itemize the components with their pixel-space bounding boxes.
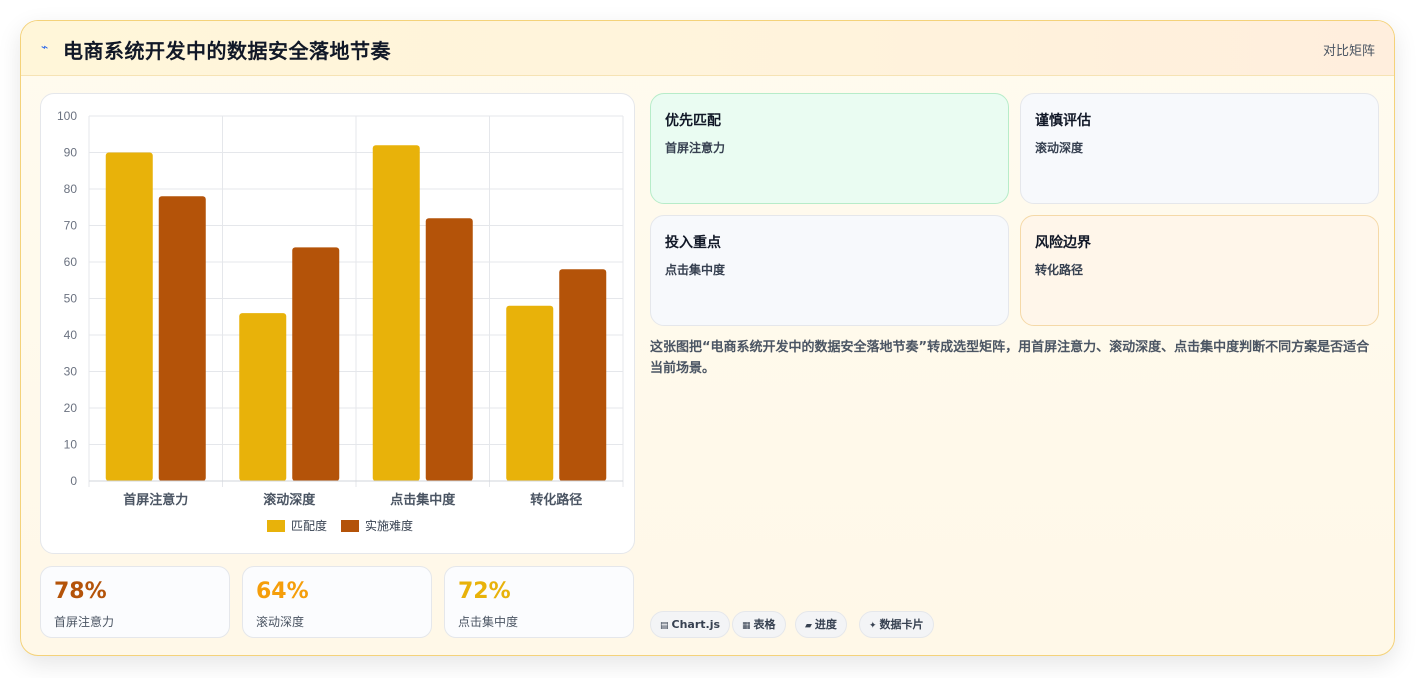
tag-label: Chart.js bbox=[671, 618, 721, 631]
y-tick-label: 50 bbox=[64, 292, 78, 306]
bar bbox=[105, 152, 153, 481]
y-tick-label: 20 bbox=[64, 401, 78, 415]
sparkle-icon: ✦ bbox=[869, 621, 877, 631]
bar-chart: 0 10 20 30 40 50 60 70 80 90 100 首屏注意力 滚动深度 点击集中度 转化路径… bbox=[57, 109, 624, 533]
stat-value: 64% bbox=[256, 579, 309, 604]
stat-card-click: 72% 点击集中度 bbox=[444, 566, 634, 638]
chart-description: 这张图把“电商系统开发中的数据安全落地节奏”转成选型矩阵，用首屏注意力、滚动深度… bbox=[650, 340, 1370, 376]
lightning-icon: ⌁ bbox=[41, 40, 49, 54]
bar bbox=[158, 196, 206, 482]
stat-label: 滚动深度 bbox=[256, 615, 305, 629]
quadrant-risk: 风险边界 转化路径 bbox=[1020, 215, 1379, 326]
legend-swatch bbox=[341, 520, 359, 532]
chart-panel: 0 10 20 30 40 50 60 70 80 90 100 首屏注意力 滚动深度 点击集中度 转化路径… bbox=[40, 93, 635, 554]
x-tick-label: 滚动深度 bbox=[263, 492, 316, 508]
quadrant-cautious: 谨慎评估 滚动深度 bbox=[1020, 93, 1379, 204]
x-tick-label: 点击集中度 bbox=[390, 492, 456, 508]
stat-label: 首屏注意力 bbox=[54, 615, 115, 629]
quadrant-metric: 转化路径 bbox=[1035, 263, 1084, 277]
bar bbox=[506, 305, 554, 481]
x-tick-label: 首屏注意力 bbox=[123, 492, 188, 508]
y-tick-label: 90 bbox=[64, 146, 78, 160]
stat-value: 72% bbox=[458, 579, 511, 604]
bar-chart-icon: ▤ bbox=[660, 621, 669, 631]
quadrant-title: 风险边界 bbox=[1035, 235, 1091, 251]
quadrant-metric: 首屏注意力 bbox=[665, 141, 726, 155]
tag-progress[interactable]: ▰ 进度 bbox=[795, 611, 847, 638]
x-tick-label: 转化路径 bbox=[530, 492, 582, 508]
bar bbox=[239, 313, 287, 481]
y-tick-label: 70 bbox=[64, 219, 78, 233]
y-tick-label: 80 bbox=[64, 182, 78, 196]
legend-label: 实施难度 bbox=[365, 518, 413, 533]
quadrant-title: 优先匹配 bbox=[665, 113, 721, 129]
quadrant-priority: 优先匹配 首屏注意力 bbox=[650, 93, 1009, 204]
card-header: ⌁ 电商系统开发中的数据安全落地节奏 对比矩阵 bbox=[21, 21, 1394, 76]
y-tick-label: 10 bbox=[64, 438, 78, 452]
quadrant-metric: 点击集中度 bbox=[665, 263, 726, 277]
tag-label: 数据卡片 bbox=[879, 618, 924, 631]
legend-label: 匹配度 bbox=[291, 518, 327, 533]
bar bbox=[425, 218, 473, 481]
main-card: ⌁ 电商系统开发中的数据安全落地节奏 对比矩阵 0 10 20 30 40 50 60 70 8… bbox=[20, 20, 1395, 656]
stat-value: 78% bbox=[54, 579, 107, 604]
y-tick-label: 40 bbox=[64, 328, 78, 342]
y-tick-label: 60 bbox=[64, 255, 78, 269]
y-tick-label: 0 bbox=[70, 474, 77, 488]
tag-label: 表格 bbox=[753, 618, 776, 631]
matrix-label: 对比矩阵 bbox=[1322, 44, 1375, 59]
bar bbox=[292, 247, 340, 481]
progress-icon: ▰ bbox=[805, 621, 812, 631]
page-title: 电商系统开发中的数据安全落地节奏 bbox=[63, 39, 391, 63]
tag-chartjs[interactable]: ▤ Chart.js bbox=[650, 611, 731, 638]
y-tick-label: 100 bbox=[57, 109, 77, 123]
quadrant-title: 投入重点 bbox=[665, 235, 721, 251]
stat-label: 点击集中度 bbox=[458, 615, 519, 629]
stat-card-attention: 78% 首屏注意力 bbox=[40, 566, 230, 638]
y-tick-label: 30 bbox=[64, 365, 78, 379]
stat-card-scroll: 64% 滚动深度 bbox=[242, 566, 432, 638]
quadrant-title: 谨慎评估 bbox=[1035, 113, 1091, 129]
quadrant-metric: 滚动深度 bbox=[1035, 141, 1084, 155]
tag-data-card[interactable]: ✦ 数据卡片 bbox=[859, 611, 934, 638]
quadrant-invest: 投入重点 点击集中度 bbox=[650, 215, 1009, 326]
legend-swatch bbox=[267, 520, 285, 532]
tag-table[interactable]: ▦ 表格 bbox=[732, 611, 786, 638]
bar bbox=[559, 269, 607, 481]
tag-label: 进度 bbox=[814, 618, 837, 631]
bar bbox=[372, 145, 420, 481]
table-icon: ▦ bbox=[742, 621, 751, 631]
